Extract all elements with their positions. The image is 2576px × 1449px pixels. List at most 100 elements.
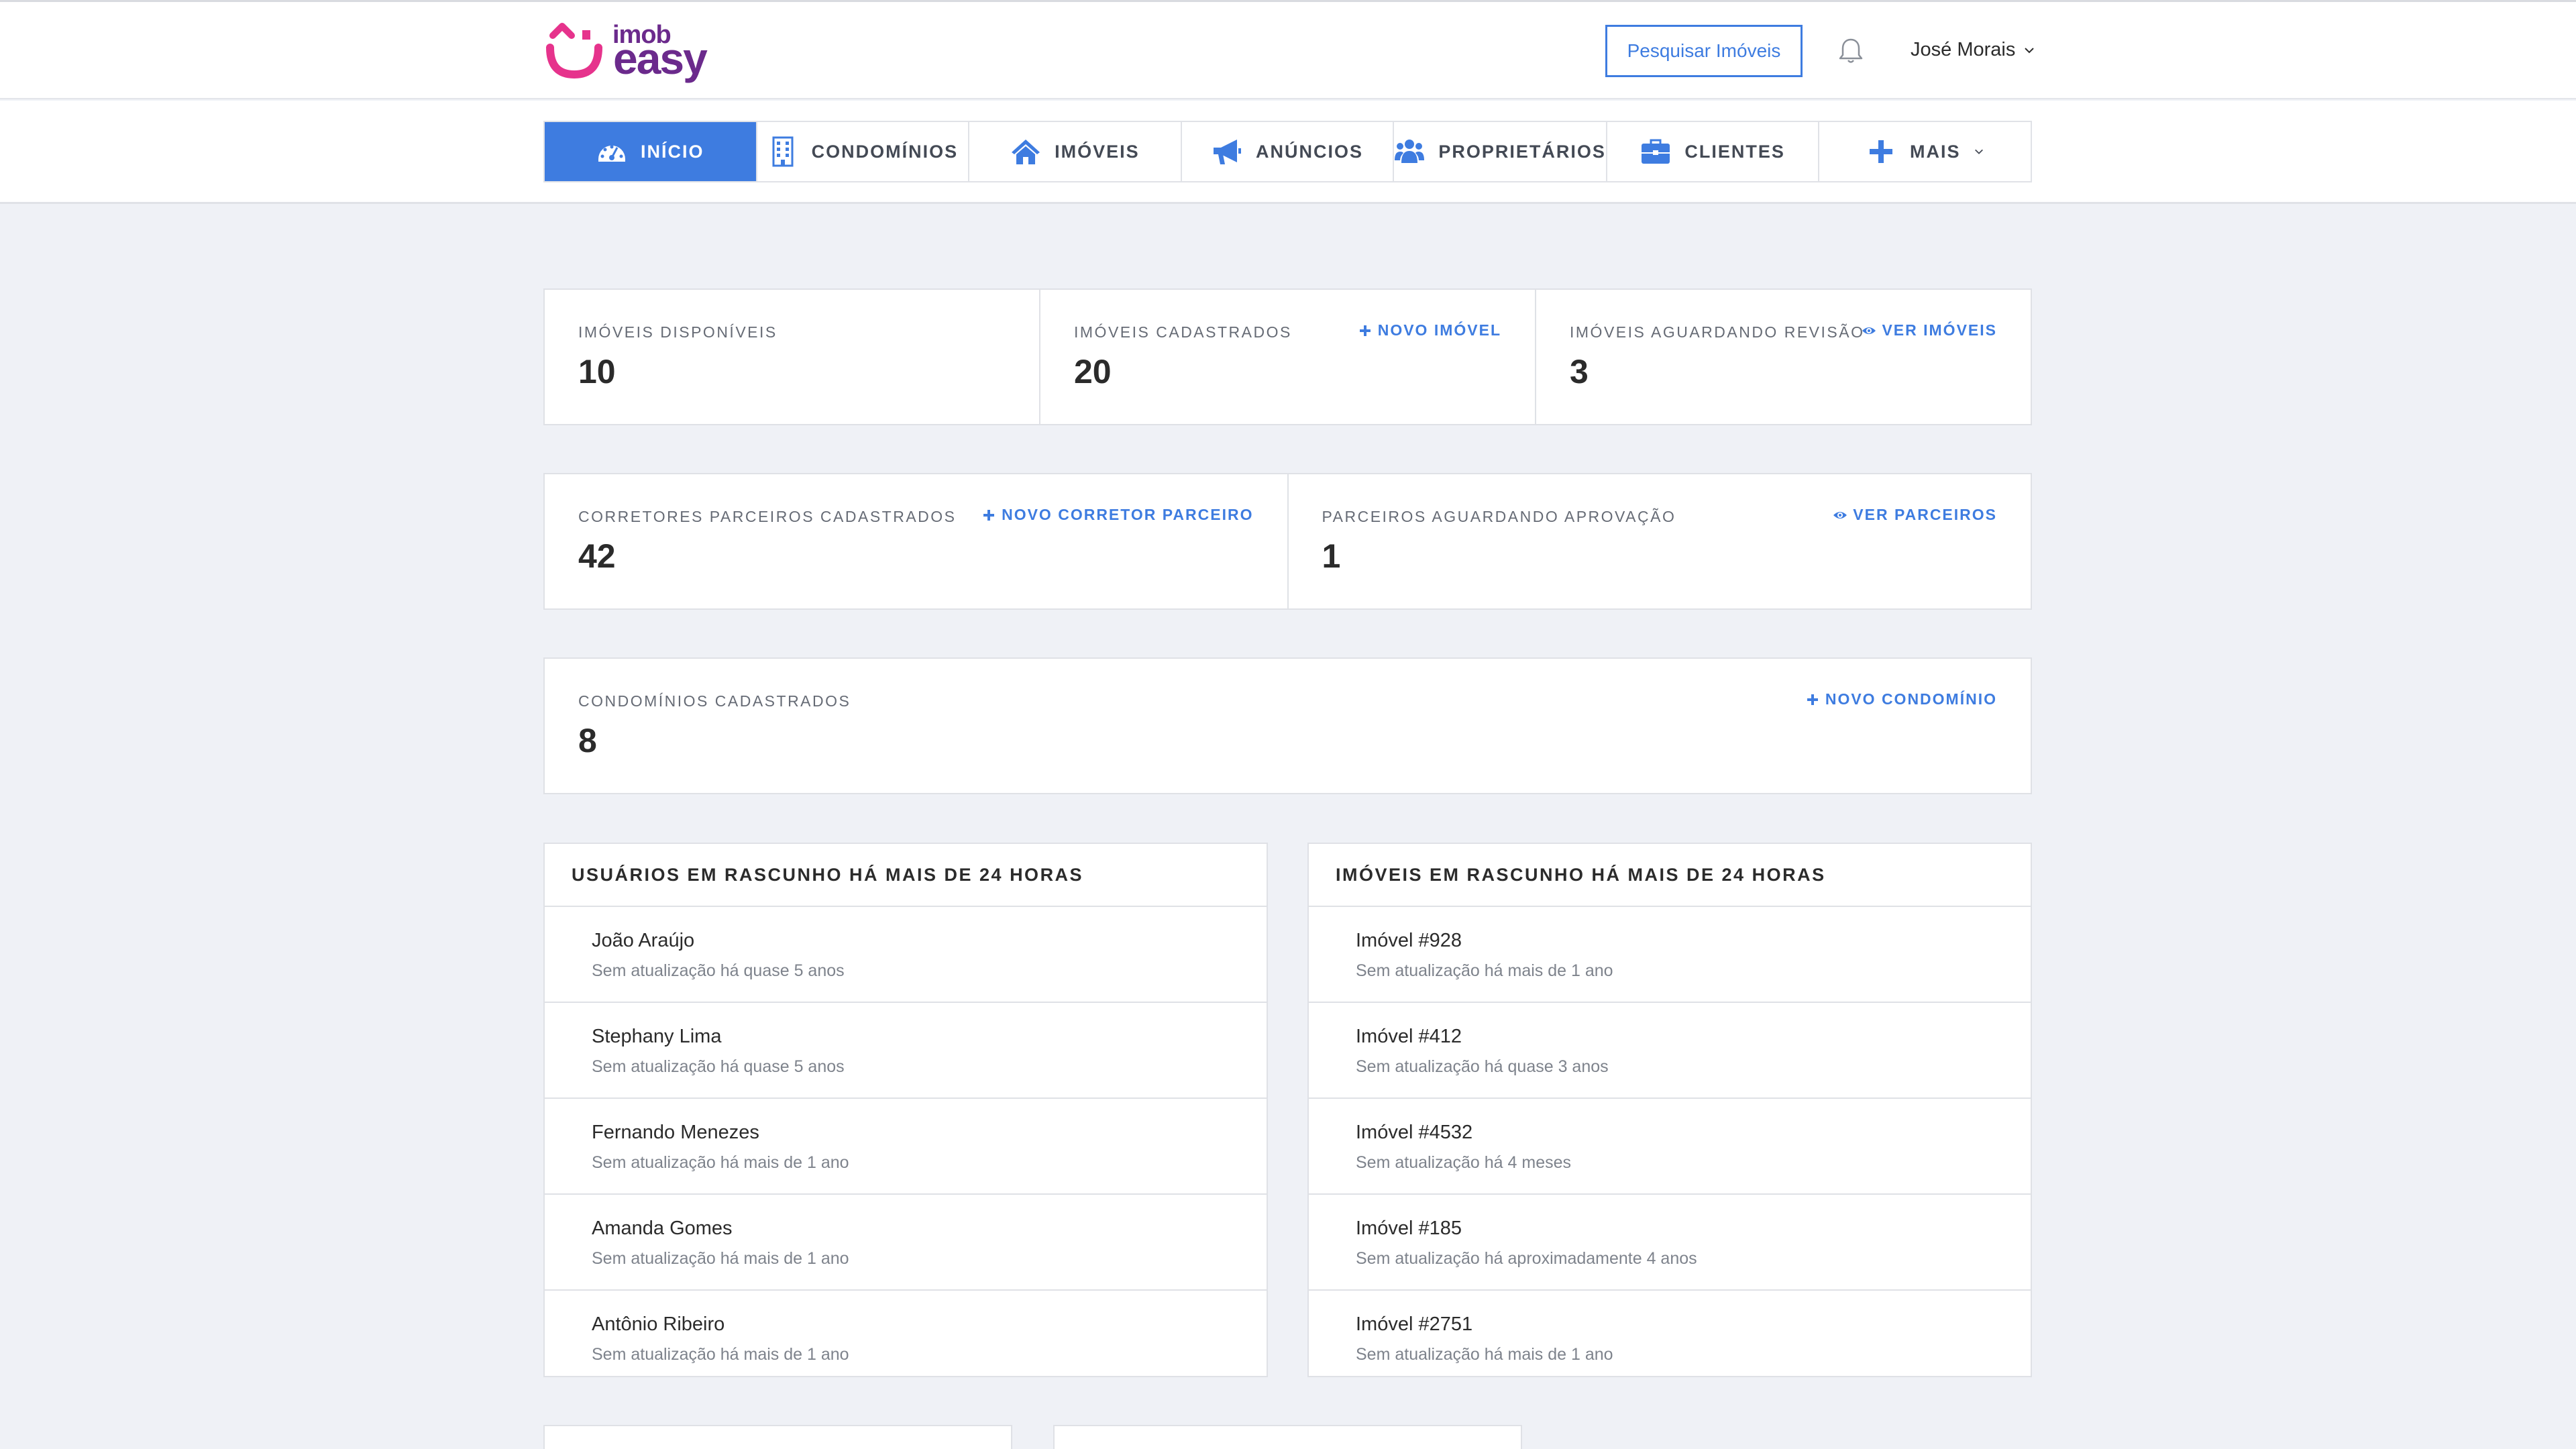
tab-inicio[interactable]: INÍCIO — [545, 122, 757, 181]
panel-title: IMÓVEIS EM RASCUNHO HÁ MAIS DE 24 HORAS — [1309, 844, 2031, 907]
tab-mais[interactable]: MAIS — [1819, 122, 2031, 181]
action-label: VER PARCEIROS — [1853, 506, 1997, 523]
stat-registered-properties: IMÓVEIS CADASTRADOS 20 NOVO IMÓVEL — [1040, 290, 1536, 424]
item-subtitle: Sem atualização há mais de 1 ano — [592, 1345, 849, 1364]
logo-text-easy: easy — [613, 34, 708, 83]
stats-card-properties: IMÓVEIS DISPONÍVEIS 10 IMÓVEIS CADASTRAD… — [543, 288, 2032, 425]
plus-icon — [1869, 140, 1892, 163]
item-subtitle: Sem atualização há mais de 1 ano — [592, 1153, 849, 1172]
item-subtitle: Sem atualização há mais de 1 ano — [1356, 1345, 1613, 1364]
list-item[interactable]: Amanda Gomes Sem atualização há mais de … — [545, 1195, 1267, 1291]
list-item[interactable]: João Araújo Sem atualização há quase 5 a… — [545, 907, 1267, 1003]
stats-card-condominiums: CONDOMÍNIOS CADASTRADOS 8 NOVO CONDOMÍNI… — [543, 657, 2032, 794]
user-menu[interactable]: José Morais — [1911, 39, 2035, 61]
stat-properties-awaiting-review: IMÓVEIS AGUARDANDO REVISÃO 3 VER IMÓVEIS — [1536, 290, 2031, 424]
briefcase-icon — [1642, 139, 1670, 164]
item-name: Stephany Lima — [592, 1026, 722, 1047]
plus-icon — [1807, 694, 1818, 705]
chevron-down-icon — [2025, 47, 2035, 53]
tab-proprietarios[interactable]: PROPRIETÁRIOS — [1394, 122, 1607, 181]
item-name: Imóvel #4532 — [1356, 1122, 1473, 1143]
item-subtitle: Sem atualização há quase 5 anos — [592, 1057, 845, 1076]
new-partner-link[interactable]: NOVO CORRETOR PARCEIRO — [981, 506, 1253, 524]
list-item[interactable]: Fernando Menezes Sem atualização há mais… — [545, 1099, 1267, 1195]
stat-label: IMÓVEIS DISPONÍVEIS — [578, 323, 777, 341]
view-partners-link[interactable]: VER PARCEIROS — [1833, 506, 1997, 524]
stat-value: 1 — [1322, 537, 1341, 575]
item-subtitle: Sem atualização há mais de 1 ano — [592, 1249, 849, 1268]
home-icon — [1012, 140, 1040, 164]
main-navigation: INÍCIO CONDOMÍNIOS IMÓVEIS ANÚNCIOS PROP… — [0, 101, 2576, 204]
list-item[interactable]: Imóvel #4532 Sem atualização há 4 meses — [1309, 1099, 2031, 1195]
bottom-card-partial — [543, 1425, 1012, 1449]
bottom-card-partial — [1053, 1425, 1522, 1449]
tab-label: MAIS — [1909, 141, 1961, 162]
stat-available-properties: IMÓVEIS DISPONÍVEIS 10 — [545, 290, 1040, 424]
new-condominium-link[interactable]: NOVO CONDOMÍNIO — [1805, 690, 1997, 708]
stat-value: 20 — [1074, 353, 1112, 390]
list-item[interactable]: Stephany Lima Sem atualização há quase 5… — [545, 1003, 1267, 1099]
item-name: Fernando Menezes — [592, 1122, 759, 1143]
tab-imoveis[interactable]: IMÓVEIS — [969, 122, 1182, 181]
tab-clientes[interactable]: CLIENTES — [1607, 122, 1820, 181]
action-label: VER IMÓVEIS — [1882, 321, 1997, 339]
user-name: José Morais — [1911, 39, 2016, 60]
bell-icon[interactable] — [1838, 37, 1864, 65]
item-subtitle: Sem atualização há quase 5 anos — [592, 961, 845, 980]
dashboard-icon — [598, 145, 626, 162]
stat-value: 8 — [578, 722, 597, 759]
item-subtitle: Sem atualização há mais de 1 ano — [1356, 961, 1613, 980]
item-name: Imóvel #928 — [1356, 930, 1462, 951]
list-item[interactable]: Antônio Ribeiro Sem atualização há mais … — [545, 1291, 1267, 1387]
action-label: NOVO CORRETOR PARCEIRO — [1002, 506, 1254, 523]
stat-label: CONDOMÍNIOS CADASTRADOS — [578, 692, 851, 710]
item-name: João Araújo — [592, 930, 695, 951]
tab-label: IMÓVEIS — [1055, 141, 1140, 162]
nav-tabs: INÍCIO CONDOMÍNIOS IMÓVEIS ANÚNCIOS PROP… — [543, 121, 2032, 182]
item-subtitle: Sem atualização há aproximadamente 4 ano… — [1356, 1249, 1697, 1268]
chevron-down-icon — [1975, 149, 1984, 154]
item-name: Amanda Gomes — [592, 1218, 733, 1239]
item-name: Imóvel #412 — [1356, 1026, 1462, 1047]
draft-users-panel: USUÁRIOS EM RASCUNHO HÁ MAIS DE 24 HORAS… — [543, 843, 1268, 1377]
new-property-link[interactable]: NOVO IMÓVEL — [1358, 321, 1501, 339]
tab-anuncios[interactable]: ANÚNCIOS — [1182, 122, 1395, 181]
panel-title: USUÁRIOS EM RASCUNHO HÁ MAIS DE 24 HORAS — [545, 844, 1267, 907]
stat-partners-awaiting-approval: PARCEIROS AGUARDANDO APROVAÇÃO 1 VER PAR… — [1289, 474, 2031, 608]
top-header: imob easy Pesquisar Imóveis José Morais — [0, 0, 2576, 99]
stat-value: 42 — [578, 537, 616, 575]
list-item[interactable]: Imóvel #2751 Sem atualização há mais de … — [1309, 1291, 2031, 1387]
tab-label: INÍCIO — [641, 141, 704, 162]
stat-registered-partners: CORRETORES PARCEIROS CADASTRADOS 42 NOVO… — [545, 474, 1289, 608]
search-properties-button[interactable]: Pesquisar Imóveis — [1605, 25, 1803, 77]
megaphone-icon — [1214, 140, 1242, 164]
imobeasy-logo[interactable]: imob easy — [543, 19, 708, 84]
tab-label: PROPRIETÁRIOS — [1438, 141, 1606, 162]
stat-registered-condominiums: CONDOMÍNIOS CADASTRADOS 8 NOVO CONDOMÍNI… — [545, 659, 2031, 793]
stats-card-partners: CORRETORES PARCEIROS CADASTRADOS 42 NOVO… — [543, 473, 2032, 610]
item-subtitle: Sem atualização há 4 meses — [1356, 1153, 1572, 1172]
draft-properties-panel: IMÓVEIS EM RASCUNHO HÁ MAIS DE 24 HORAS … — [1307, 843, 2032, 1377]
item-subtitle: Sem atualização há quase 3 anos — [1356, 1057, 1609, 1076]
tab-label: CLIENTES — [1684, 141, 1785, 162]
plus-icon — [1359, 325, 1371, 336]
list-item[interactable]: Imóvel #928 Sem atualização há mais de 1… — [1309, 907, 2031, 1003]
view-properties-link[interactable]: VER IMÓVEIS — [1862, 321, 1997, 339]
list-item[interactable]: Imóvel #412 Sem atualização há quase 3 a… — [1309, 1003, 2031, 1099]
tab-label: CONDOMÍNIOS — [811, 141, 959, 162]
item-name: Imóvel #2751 — [1356, 1313, 1473, 1335]
item-name: Imóvel #185 — [1356, 1218, 1462, 1239]
stat-value: 3 — [1570, 353, 1589, 390]
eye-icon — [1862, 327, 1876, 334]
action-label: NOVO CONDOMÍNIO — [1825, 690, 1997, 708]
tab-label: ANÚNCIOS — [1256, 141, 1364, 162]
item-name: Antônio Ribeiro — [592, 1313, 725, 1335]
building-icon — [772, 136, 794, 167]
eye-icon — [1833, 511, 1847, 519]
users-icon — [1395, 140, 1425, 163]
plus-icon — [983, 509, 995, 521]
list-item[interactable]: Imóvel #185 Sem atualização há aproximad… — [1309, 1195, 2031, 1291]
stat-value: 10 — [578, 353, 616, 390]
tab-condominios[interactable]: CONDOMÍNIOS — [757, 122, 970, 181]
action-label: NOVO IMÓVEL — [1377, 321, 1501, 339]
